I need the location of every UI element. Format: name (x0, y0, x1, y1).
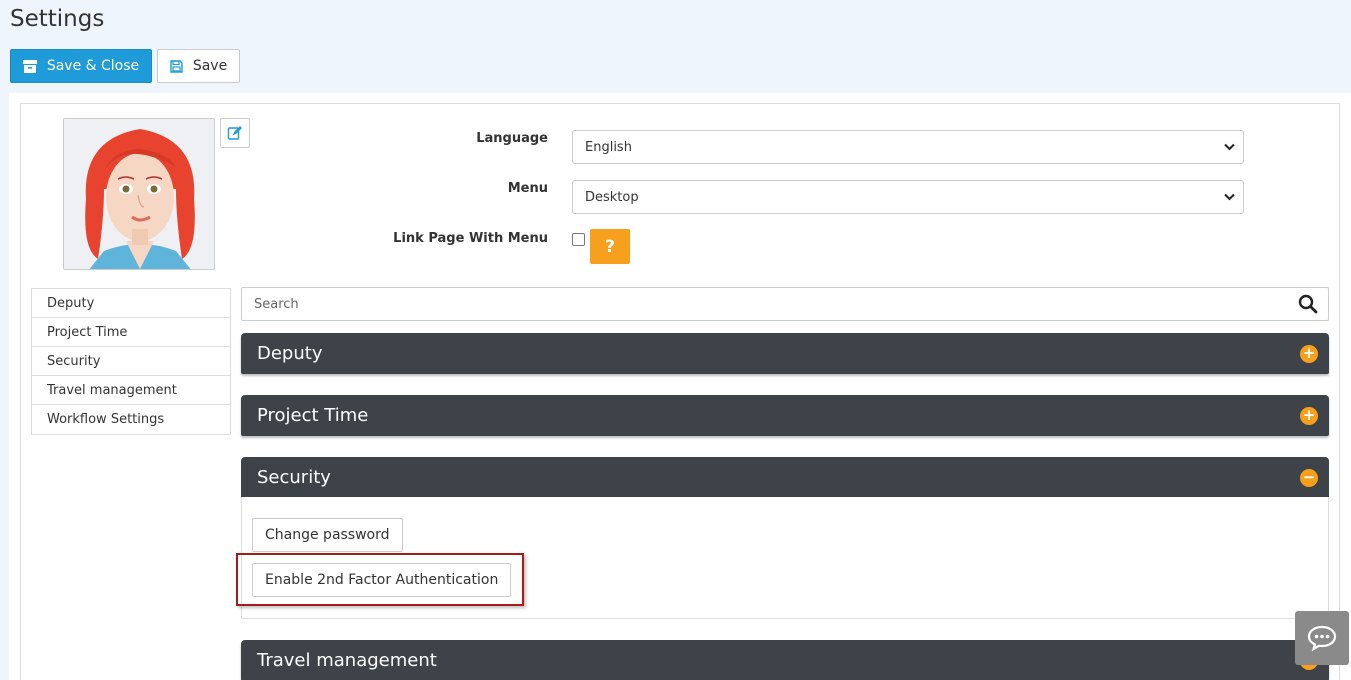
sidebar-nav: Deputy Project Time Security Travel mana… (31, 288, 231, 435)
link-page-label: Link Page With Menu (393, 231, 548, 246)
highlight-box (236, 553, 524, 606)
travel-section-title: Travel management (257, 650, 437, 671)
avatar (63, 118, 215, 270)
question-icon: ? (605, 236, 615, 257)
menu-select[interactable]: Desktop (572, 180, 1244, 214)
search-box (241, 287, 1329, 321)
language-value: English (585, 139, 632, 155)
deputy-section-header[interactable]: Deputy + (241, 333, 1329, 374)
search-input[interactable] (254, 296, 1254, 312)
expand-icon[interactable]: + (1300, 344, 1318, 363)
save-label: Save (192, 58, 228, 74)
project-time-section-title: Project Time (257, 405, 369, 426)
page-title: Settings (10, 6, 105, 32)
edit-icon (227, 126, 242, 140)
link-page-checkbox[interactable] (572, 233, 585, 246)
save-close-button[interactable]: Save & Close (10, 49, 152, 83)
help-button[interactable]: ? (590, 229, 630, 264)
sidebar-item-project-time[interactable]: Project Time (32, 318, 230, 347)
chevron-down-icon (1224, 193, 1235, 201)
sidebar-item-security[interactable]: Security (32, 347, 230, 376)
archive-icon (22, 59, 37, 73)
security-section-header[interactable]: Security − (241, 457, 1329, 498)
save-button[interactable]: Save (157, 49, 240, 83)
security-section-title: Security (257, 467, 331, 488)
language-label: Language (476, 131, 548, 146)
project-time-section-header[interactable]: Project Time + (241, 395, 1329, 436)
save-close-label: Save & Close (46, 58, 140, 74)
menu-label: Menu (507, 181, 548, 196)
edit-avatar-button[interactable] (220, 118, 250, 148)
language-select[interactable]: English (572, 130, 1244, 164)
sidebar-item-deputy[interactable]: Deputy (32, 289, 230, 318)
chat-icon (1307, 625, 1337, 651)
sidebar-item-travel-management[interactable]: Travel management (32, 376, 230, 405)
collapse-icon[interactable]: − (1300, 468, 1318, 487)
floppy-disk-icon (170, 59, 183, 73)
expand-icon[interactable]: + (1300, 406, 1318, 425)
change-password-button[interactable]: Change password (252, 518, 403, 552)
travel-section-header[interactable]: Travel management (241, 640, 1329, 680)
chat-button[interactable] (1295, 611, 1349, 665)
search-icon[interactable] (1298, 294, 1318, 314)
chevron-down-icon (1224, 143, 1235, 151)
menu-value: Desktop (585, 189, 639, 205)
deputy-section-title: Deputy (257, 343, 323, 364)
avatar-illustration (64, 119, 214, 269)
sidebar-item-workflow-settings[interactable]: Workflow Settings (32, 405, 230, 434)
